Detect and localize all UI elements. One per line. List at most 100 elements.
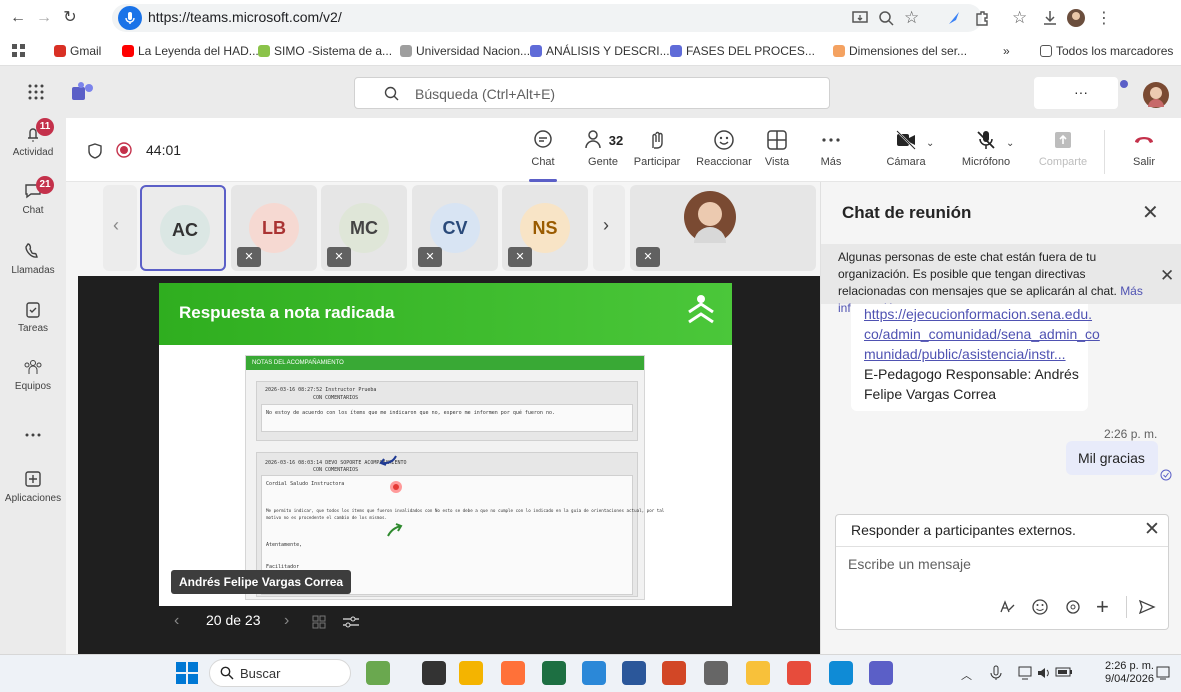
message-link[interactable]: co/admin_comunidad/sena_admin_co	[864, 326, 1100, 342]
settings-sliders-icon[interactable]	[343, 615, 359, 629]
toolbar-view-button[interactable]: Vista	[747, 128, 807, 168]
powerpoint-icon[interactable]	[662, 661, 686, 685]
forward-icon[interactable]: →	[34, 8, 54, 28]
toolbar-camera-off-button[interactable]: ⌄ Cámara	[876, 128, 936, 168]
tray-mic-icon[interactable]	[989, 665, 1003, 681]
favorites-icon[interactable]: ☆	[1012, 8, 1032, 28]
shield-icon[interactable]	[88, 143, 102, 159]
close-compose-icon[interactable]: ✕	[1144, 518, 1160, 541]
url-text[interactable]: https://teams.microsoft.com/v2/	[148, 9, 342, 25]
tray-network-icon[interactable]	[1018, 665, 1034, 681]
bookmark-item[interactable]: FASES DEL PROCES...	[670, 44, 815, 58]
extensions-icon[interactable]	[972, 8, 992, 28]
close-chat-icon[interactable]: ✕	[1142, 200, 1159, 225]
bookmark-item[interactable]: Dimensiones del ser...	[833, 44, 967, 58]
bookmark-item[interactable]: Gmail	[54, 44, 101, 58]
profile-avatar[interactable]	[1066, 8, 1086, 28]
rail-item-actividad[interactable]: Actividad 11	[0, 118, 66, 158]
grid-view-icon[interactable]	[312, 615, 326, 629]
camera-app-icon[interactable]	[704, 661, 728, 685]
recording-icon	[116, 142, 132, 158]
bookmark-item[interactable]: Universidad Nacion...	[400, 44, 530, 58]
firefox-icon[interactable]	[501, 661, 525, 685]
attach-plus-icon[interactable]: +	[1096, 594, 1109, 620]
message-input[interactable]: Escribe un mensaje	[848, 556, 971, 572]
emoji-icon	[694, 128, 754, 152]
site-info-icon[interactable]	[118, 6, 142, 30]
rail-item-tareas[interactable]: Tareas	[0, 298, 66, 334]
start-button-icon[interactable]	[176, 662, 198, 684]
teams-taskbar-icon[interactable]	[869, 661, 893, 685]
task-view-icon[interactable]	[422, 661, 446, 685]
bookmark-item[interactable]: ANÁLISIS Y DESCRI...	[530, 44, 670, 58]
tray-chevron-icon[interactable]: ︿	[961, 667, 972, 683]
back-icon[interactable]: ←	[8, 8, 28, 28]
reload-icon[interactable]: ↻	[60, 8, 80, 28]
send-icon[interactable]	[1138, 598, 1156, 616]
apps-grid-icon[interactable]	[12, 44, 26, 58]
next-slide-icon[interactable]: ›	[284, 612, 289, 630]
toolbar-mic-off-button[interactable]: ⌄ Micrófono	[956, 128, 1016, 168]
extension-feather-icon[interactable]	[944, 8, 964, 28]
message-link[interactable]: munidad/public/asistencia/instr...	[864, 346, 1066, 362]
taskbar-search-text: Buscar	[240, 666, 281, 681]
toolbar-raise-hand-button[interactable]: Participar	[627, 128, 687, 168]
word-icon[interactable]	[622, 661, 646, 685]
excel-icon[interactable]	[542, 661, 566, 685]
toolbar-people-button[interactable]: 32 Gente	[573, 128, 633, 168]
rail-item-llamadas[interactable]: Llamadas	[0, 240, 66, 276]
user-avatar[interactable]	[1142, 81, 1170, 109]
app-launcher-icon[interactable]	[28, 84, 44, 100]
browser-menu-icon[interactable]: ⋮	[1094, 8, 1114, 28]
loop-icon[interactable]	[1064, 598, 1082, 616]
rail-item-chat[interactable]: Chat 21	[0, 176, 66, 216]
more-icon	[801, 128, 861, 152]
rail-item-aplicaciones[interactable]: Aplicaciones	[0, 468, 66, 504]
close-notice-icon[interactable]: ✕	[1160, 266, 1174, 286]
participant-tile[interactable]: AC	[140, 185, 226, 271]
message-text: Felipe Vargas Correa	[864, 386, 997, 402]
toolbar-chat-button[interactable]: Chat	[513, 128, 573, 168]
toolbar-more-button[interactable]: Más	[801, 128, 861, 168]
toolbar-button-label: Reaccionar	[696, 156, 752, 168]
download-icon[interactable]	[1040, 8, 1060, 28]
participant-tile[interactable]: CV ✕	[412, 185, 498, 271]
bookmark-item[interactable]: La Leyenda del HAD...	[122, 44, 259, 58]
landscape-app-icon[interactable]	[366, 661, 390, 685]
carousel-next-button[interactable]: ›	[593, 185, 625, 271]
bookmark-item[interactable]: SIMO -Sistema de a...	[258, 44, 392, 58]
chrome-profile-icon[interactable]	[459, 661, 483, 685]
rail-item-[interactable]	[0, 424, 66, 449]
carousel-prev-button[interactable]: ‹	[103, 185, 137, 271]
all-bookmarks-folder[interactable]: Todos los marcadores	[1040, 44, 1173, 58]
bookmark-star-icon[interactable]: ☆	[904, 8, 924, 28]
participant-tile[interactable]: LB ✕	[231, 185, 317, 271]
rail-item-equipos[interactable]: Equipos	[0, 356, 66, 392]
emoji-icon[interactable]	[1031, 598, 1049, 616]
bookmarks-overflow-button[interactable]: »	[1003, 44, 1010, 58]
settings-more-button[interactable]: ···	[1034, 77, 1118, 109]
toolbar-emoji-button[interactable]: Reaccionar	[694, 128, 754, 168]
doc-header: NOTAS DEL ACOMPAÑAMIENTO	[246, 356, 644, 370]
participant-tile[interactable]: NS ✕	[502, 185, 588, 271]
toolbar-share-button[interactable]: Comparte	[1033, 128, 1093, 168]
install-app-icon[interactable]	[850, 8, 870, 28]
participant-tile[interactable]: MC ✕	[321, 185, 407, 271]
message-link[interactable]: https://ejecucionformacion.sena.edu.	[864, 306, 1092, 322]
office-icon[interactable]	[787, 661, 811, 685]
tray-clock[interactable]: 2:26 p. m. 9/04/2026	[1105, 660, 1154, 686]
previous-slide-icon[interactable]: ‹	[174, 612, 179, 630]
file-explorer-icon[interactable]	[746, 661, 770, 685]
tray-volume-icon[interactable]	[1036, 665, 1052, 681]
chevron-down-icon[interactable]: ⌄	[1006, 138, 1014, 149]
self-video-tile[interactable]: ✕	[630, 185, 816, 271]
format-icon[interactable]	[998, 598, 1016, 616]
chevron-down-icon[interactable]: ⌄	[926, 138, 934, 149]
edge-icon[interactable]	[829, 661, 853, 685]
tray-battery-icon[interactable]	[1055, 666, 1073, 678]
toolbar-button-label: Micrófono	[961, 156, 1011, 168]
toolbar-hangup-button[interactable]: Salir	[1114, 128, 1174, 168]
zoom-icon[interactable]	[876, 8, 896, 28]
notifications-icon[interactable]	[1156, 666, 1170, 680]
network-app-icon[interactable]	[582, 661, 606, 685]
